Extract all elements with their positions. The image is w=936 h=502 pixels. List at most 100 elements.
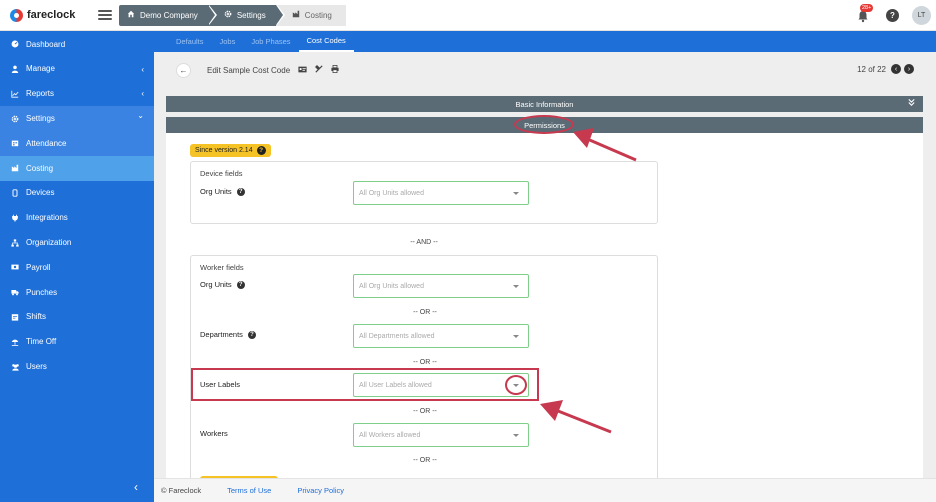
version-badge-text: Since version 2.14 xyxy=(195,147,253,154)
edit-toolbar: ← Edit Sample Cost Code 12 of 22 ‹ › xyxy=(154,52,936,88)
settings-tabs: Defaults Jobs Job Phases Cost Codes xyxy=(154,31,936,52)
record-pager: 12 of 22 ‹ › xyxy=(857,64,914,74)
sidebar-item-devices[interactable]: Devices xyxy=(0,181,154,206)
pager-text: 12 of 22 xyxy=(857,64,886,74)
tab-jobs[interactable]: Jobs xyxy=(212,31,244,52)
device-org-units-select[interactable]: All Org Units allowed xyxy=(353,181,529,205)
sidebar-item-label: Punches xyxy=(26,287,58,297)
app-logo[interactable]: fareclock xyxy=(10,8,90,22)
select-placeholder: All Departments allowed xyxy=(359,332,435,340)
help-icon[interactable]: ? xyxy=(236,280,245,289)
section-title: Basic Information xyxy=(515,99,574,109)
notifications-bell-icon[interactable]: 28+ xyxy=(856,3,874,23)
tab-defaults[interactable]: Defaults xyxy=(168,31,212,52)
sidebar-item-settings[interactable]: Settings ⌄ xyxy=(0,106,154,131)
sidebar-item-dashboard[interactable]: Dashboard xyxy=(0,32,154,57)
sidebar-item-label: Integrations xyxy=(26,213,68,223)
attendance-icon xyxy=(10,139,20,147)
copyright: © Fareclock xyxy=(161,486,202,495)
fieldset-title: Device fields xyxy=(200,169,243,178)
factory-icon xyxy=(292,10,300,20)
user-avatar[interactable]: LT xyxy=(912,6,931,25)
id-card-icon[interactable] xyxy=(298,66,307,75)
sidebar-item-organization[interactable]: Organization xyxy=(0,230,154,255)
breadcrumb-label: Settings xyxy=(236,10,266,20)
version-badge: Since version 2.14 ? xyxy=(190,144,271,157)
sidebar-item-label: Payroll xyxy=(26,262,51,272)
sidebar-item-label: Users xyxy=(26,362,47,372)
previous-record-button[interactable]: ‹ xyxy=(891,64,901,74)
collapse-sidebar-icon[interactable]: ‹ xyxy=(134,480,138,494)
user-labels-highlight-box xyxy=(191,368,539,401)
dashboard-icon xyxy=(10,40,20,48)
footer: © Fareclock Terms of Use Privacy Policy xyxy=(154,478,936,502)
sidebar-item-manage[interactable]: Manage ‹ xyxy=(0,57,154,82)
users-icon xyxy=(10,363,20,371)
sidebar-item-attendance[interactable]: Attendance xyxy=(0,130,154,156)
permissions-panel: Since version 2.14 ? Device fields Org U… xyxy=(166,133,923,485)
breadcrumb-label: Costing xyxy=(304,10,332,20)
worker-org-units-select[interactable]: All Org Units allowed xyxy=(353,274,529,298)
tab-job-phases[interactable]: Job Phases xyxy=(243,31,298,52)
or-separator: -- OR -- xyxy=(413,359,437,366)
departments-label: Departments ? xyxy=(200,330,256,339)
sidebar-item-label: Attendance xyxy=(26,138,67,148)
privacy-policy-link[interactable]: Privacy Policy xyxy=(297,486,344,495)
beach-icon xyxy=(10,338,20,346)
breadcrumb-costing[interactable]: Costing xyxy=(275,4,346,26)
help-icon[interactable]: ? xyxy=(886,9,899,22)
sidebar-item-users[interactable]: Users xyxy=(0,354,154,379)
hamburger-menu-icon[interactable] xyxy=(98,10,112,20)
back-button[interactable]: ← xyxy=(176,62,191,78)
tools-icon[interactable] xyxy=(315,65,323,75)
terms-of-use-link[interactable]: Terms of Use xyxy=(227,486,271,495)
tablet-icon xyxy=(10,189,20,197)
person-icon xyxy=(10,65,20,73)
caret-down-icon xyxy=(513,335,519,338)
print-icon[interactable] xyxy=(331,65,339,75)
gear-icon xyxy=(10,115,20,123)
breadcrumb: Demo Company Settings Costing xyxy=(119,4,346,26)
fieldset-title: Worker fields xyxy=(200,263,244,272)
help-icon[interactable]: ? xyxy=(256,146,266,155)
select-placeholder: All Org Units allowed xyxy=(359,282,424,290)
or-separator: -- OR -- xyxy=(413,457,437,464)
workers-select[interactable]: All Workers allowed xyxy=(353,423,529,447)
tab-cost-codes[interactable]: Cost Codes xyxy=(298,31,354,52)
basic-information-header[interactable]: Basic Information xyxy=(166,96,923,112)
sidebar-item-label: Time Off xyxy=(26,337,57,347)
chart-icon xyxy=(10,90,20,98)
sidebar-item-label: Manage xyxy=(26,64,55,74)
sidebar-item-payroll[interactable]: Payroll xyxy=(0,255,154,280)
and-separator: -- AND -- xyxy=(410,239,438,246)
home-icon xyxy=(127,10,135,20)
breadcrumb-demo-company[interactable]: Demo Company xyxy=(119,4,217,26)
sidebar: Dashboard Manage ‹ Reports ‹ Settings ⌄ … xyxy=(0,31,154,502)
sidebar-item-punches[interactable]: Punches xyxy=(0,280,154,305)
help-icon[interactable]: ? xyxy=(236,187,245,196)
user-labels-caret-annotation-circle xyxy=(505,375,527,395)
departments-select[interactable]: All Departments allowed xyxy=(353,324,529,348)
caret-down-icon xyxy=(513,285,519,288)
caret-down-icon xyxy=(513,434,519,437)
factory-icon xyxy=(10,164,20,172)
sidebar-item-integrations[interactable]: Integrations xyxy=(0,205,154,230)
sidebar-item-reports[interactable]: Reports ‹ xyxy=(0,81,154,106)
gear-icon xyxy=(224,10,232,20)
truck-icon xyxy=(10,288,20,296)
help-icon[interactable]: ? xyxy=(247,330,256,339)
sidebar-item-label: Reports xyxy=(26,89,55,99)
sidebar-item-label: Organization xyxy=(26,238,72,248)
sidebar-item-time-off[interactable]: Time Off xyxy=(0,329,154,354)
sidebar-item-shifts[interactable]: Shifts xyxy=(0,305,154,330)
next-record-button[interactable]: › xyxy=(904,64,914,74)
breadcrumb-label: Demo Company xyxy=(140,10,198,20)
app-logo-text: fareclock xyxy=(27,9,76,21)
sidebar-item-label: Costing xyxy=(26,163,54,173)
sidebar-item-costing[interactable]: Costing xyxy=(0,155,154,181)
double-chevron-down-icon[interactable] xyxy=(907,98,916,109)
caret-down-icon xyxy=(513,192,519,195)
or-separator: -- OR -- xyxy=(413,408,437,415)
device-fields-group: Device fields Org Units ? All Org Units … xyxy=(190,161,658,224)
breadcrumb-settings[interactable]: Settings xyxy=(207,4,285,26)
